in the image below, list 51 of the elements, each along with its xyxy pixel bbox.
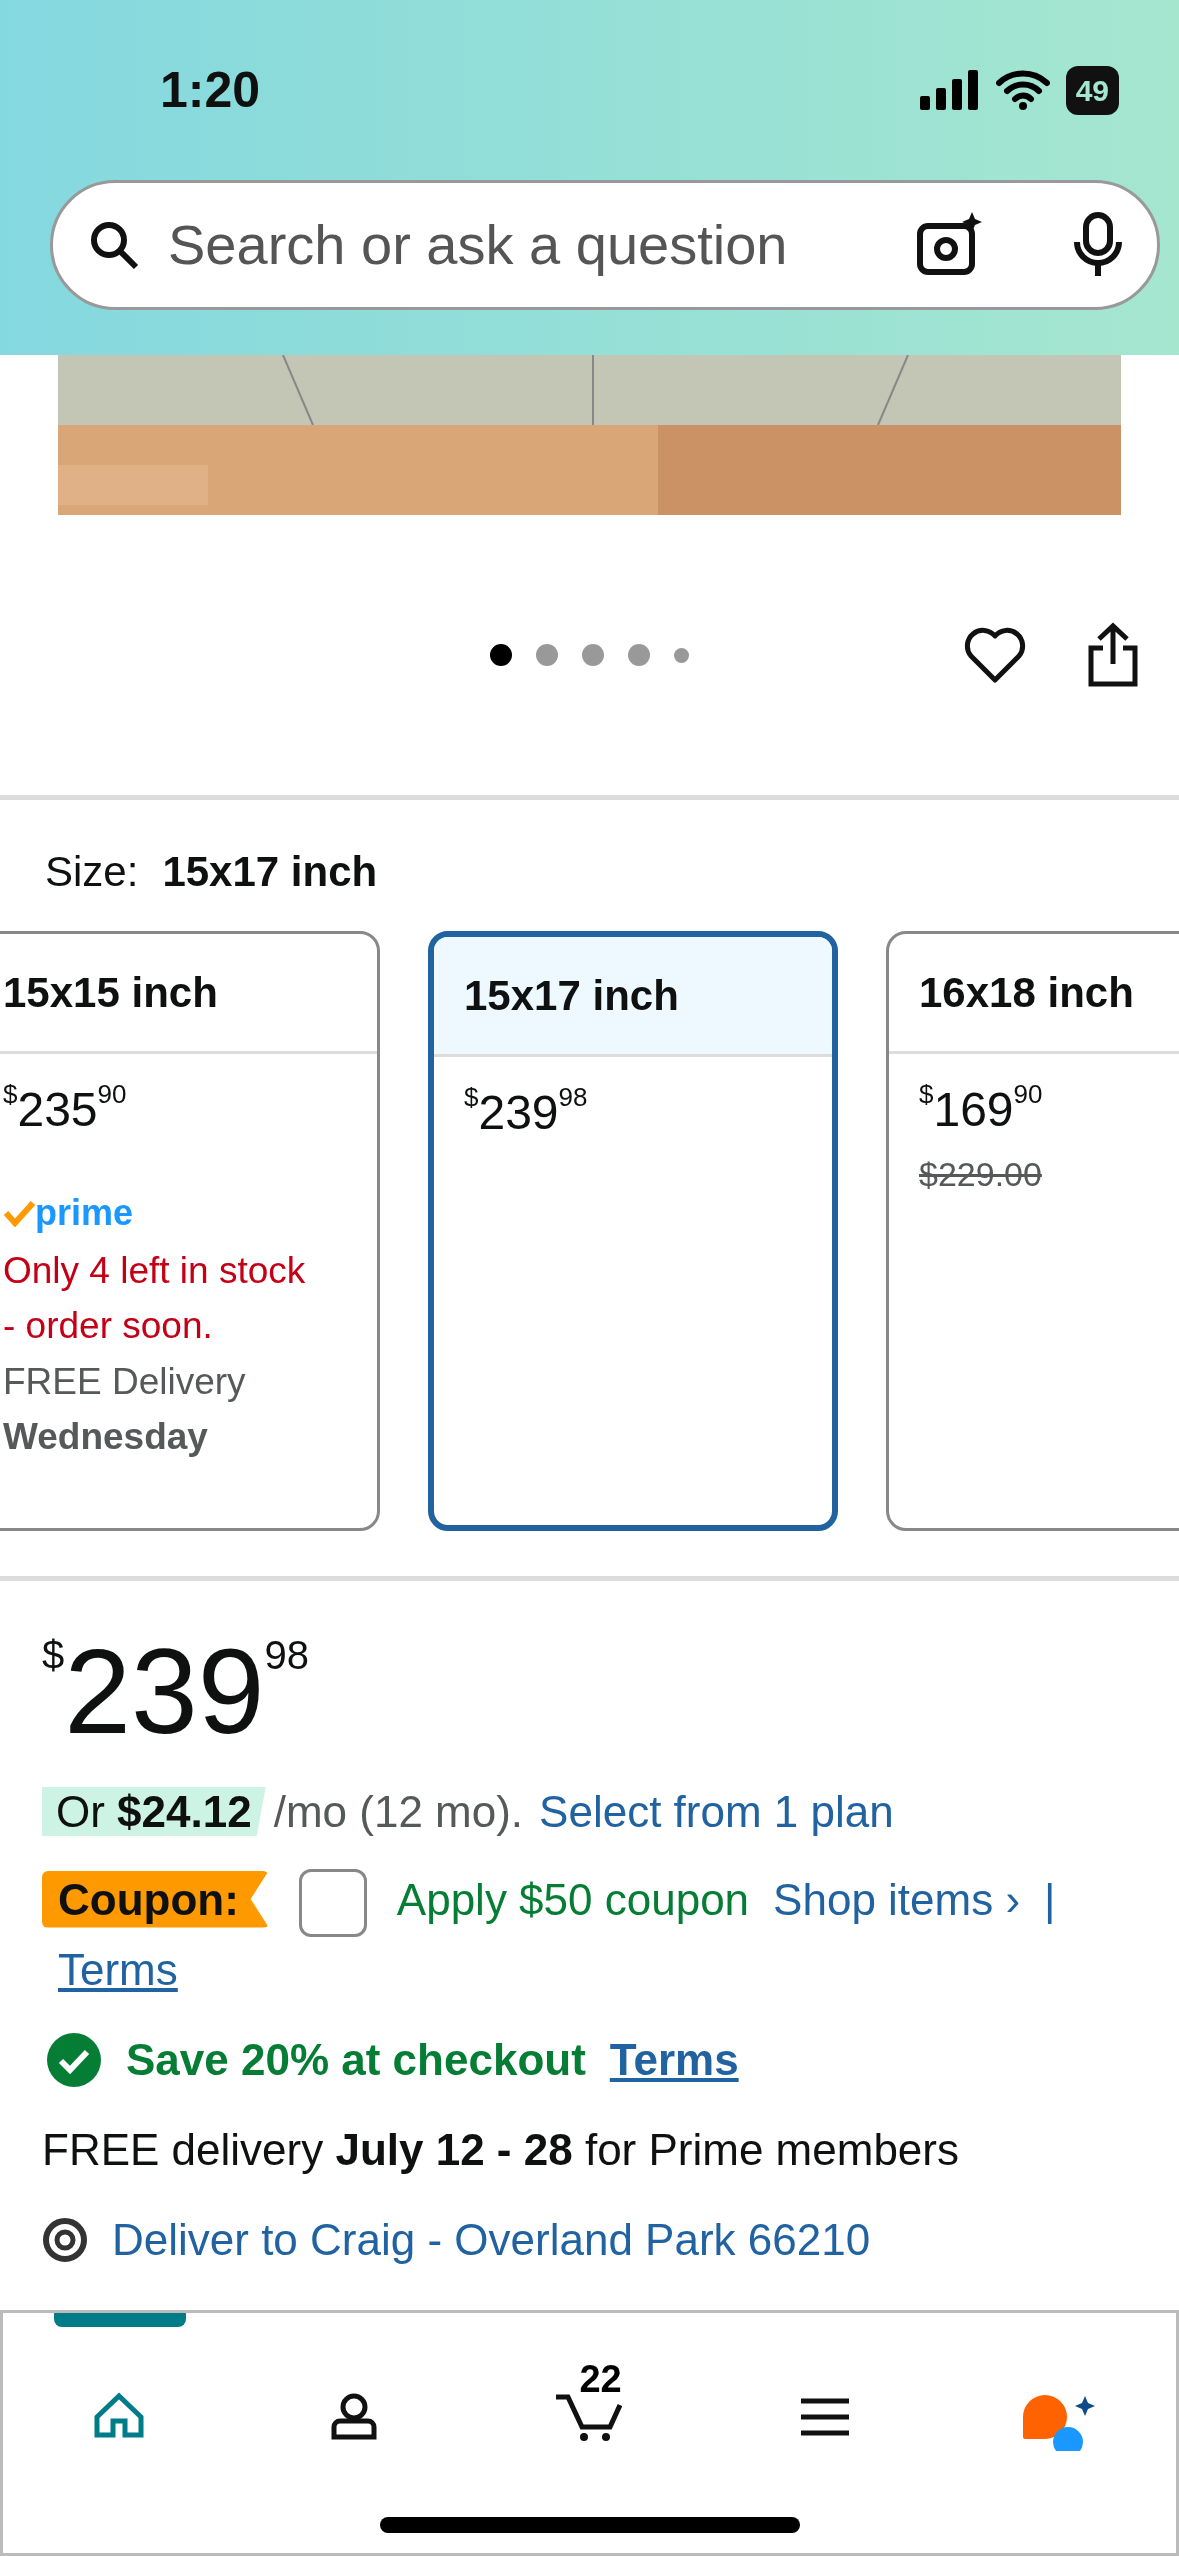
list-price: $229.00: [919, 1155, 1042, 1193]
microphone-icon[interactable]: [1074, 212, 1122, 278]
check-icon: [3, 1199, 35, 1227]
separator: |: [1044, 1874, 1056, 1924]
location-icon: [42, 2216, 88, 2263]
installment-term: /mo (12 mo).: [273, 1787, 524, 1836]
deliver-to-link[interactable]: Deliver to Craig - Overland Park 66210: [112, 2206, 871, 2273]
option-price: $^{$}$235$^{90}$: [3, 1083, 127, 1136]
size-option-label: 16x18 inch: [889, 934, 1179, 1054]
terms-link[interactable]: Terms: [58, 1944, 178, 1994]
size-option-label: 15x17 inch: [434, 937, 832, 1057]
search-icon: [88, 219, 140, 271]
shop-items-link[interactable]: Shop items ›: [773, 1874, 1021, 1924]
coupon-checkbox[interactable]: [298, 1868, 367, 1937]
status-time: 1:20: [160, 60, 261, 120]
cart-tab[interactable]: 22: [523, 2313, 656, 2483]
cart-count: 22: [579, 2357, 622, 2402]
size-option-card[interactable]: 16x18 inch $^{$}$169$^{90}$ $229.00: [886, 931, 1179, 1531]
option-price: $^{$}$239$^{98}$: [464, 1086, 588, 1139]
wifi-icon: [995, 70, 1050, 110]
battery-level: 49: [1065, 65, 1119, 115]
page-dot[interactable]: [582, 644, 604, 666]
stock-notice: Only 4 left in stock - order soon.: [3, 1248, 307, 1348]
checkmark-circle-icon: [46, 2031, 102, 2088]
size-option-card[interactable]: 15x17 inch $^{$}$239$^{98}$: [428, 931, 838, 1531]
search-bar[interactable]: Search or ask a question: [50, 180, 1160, 310]
prime-label: prime: [3, 1186, 134, 1240]
page-dot[interactable]: [490, 644, 512, 666]
installment-amount: Or $24.12: [42, 1787, 266, 1836]
delivery-text: FREE Delivery: [3, 1359, 247, 1404]
option-price: $^{$}$169$^{90}$: [919, 1083, 1043, 1136]
size-option-label: 15x15 inch: [0, 934, 377, 1054]
heart-icon[interactable]: [963, 626, 1027, 684]
page-dot[interactable]: [674, 647, 689, 663]
delivery-info: FREE delivery July 12 - 28 for Prime members: [42, 2123, 960, 2176]
size-label: Size:: [45, 847, 139, 897]
coupon-label: Apply $50 coupon: [396, 1874, 750, 1924]
size-option-card[interactable]: 15x15 inch $^{$}$235$^{90}$ prime Only 4 left in stock - order soon. FREE Delivery Wednesday: [0, 931, 380, 1531]
size-value: 15x17 inch: [162, 847, 378, 897]
camera-icon[interactable]: [916, 212, 982, 278]
price: $^{$}$239$^{98}$: [42, 1624, 309, 1758]
search-field[interactable]: Search or ask a question: [166, 202, 890, 288]
coupon-badge: Coupon:: [42, 1870, 269, 1928]
promotion-text: Save 20% at checkout: [126, 2033, 586, 2086]
delivery-day: Wednesday: [3, 1409, 327, 1465]
share-icon[interactable]: [1087, 622, 1139, 688]
terms-link[interactable]: Terms: [609, 2026, 739, 2093]
plan-link[interactable]: Select from 1 plan: [539, 1787, 894, 1836]
page-dot[interactable]: [536, 644, 558, 666]
page-dot[interactable]: [628, 644, 650, 666]
signal-icon: [919, 70, 980, 110]
